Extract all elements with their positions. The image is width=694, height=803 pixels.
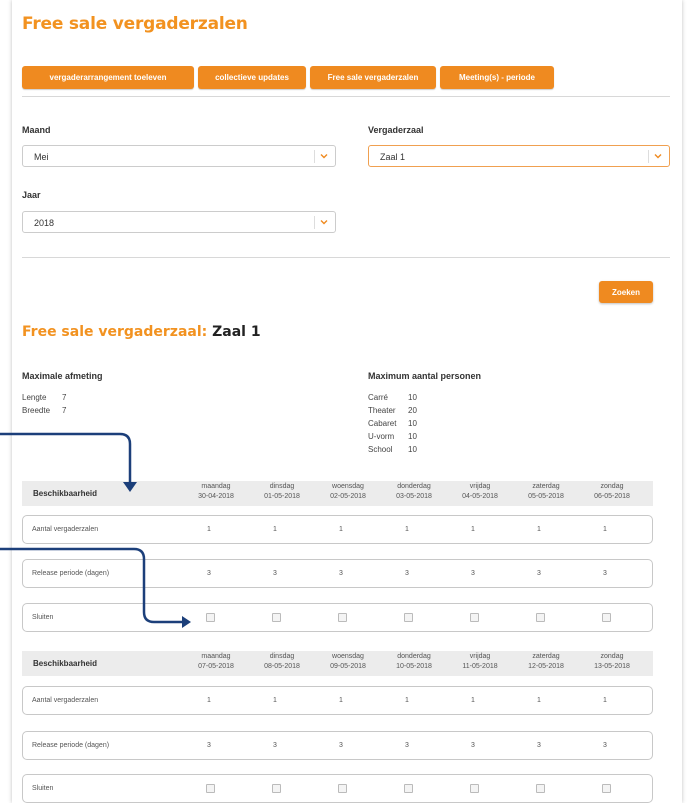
annotation-arrows — [0, 432, 191, 628]
annotation-arrow-line — [0, 432, 132, 484]
annotation-arrow-line — [0, 547, 184, 624]
arrow-head-icon — [182, 616, 191, 628]
arrow-head-icon — [123, 482, 137, 492]
